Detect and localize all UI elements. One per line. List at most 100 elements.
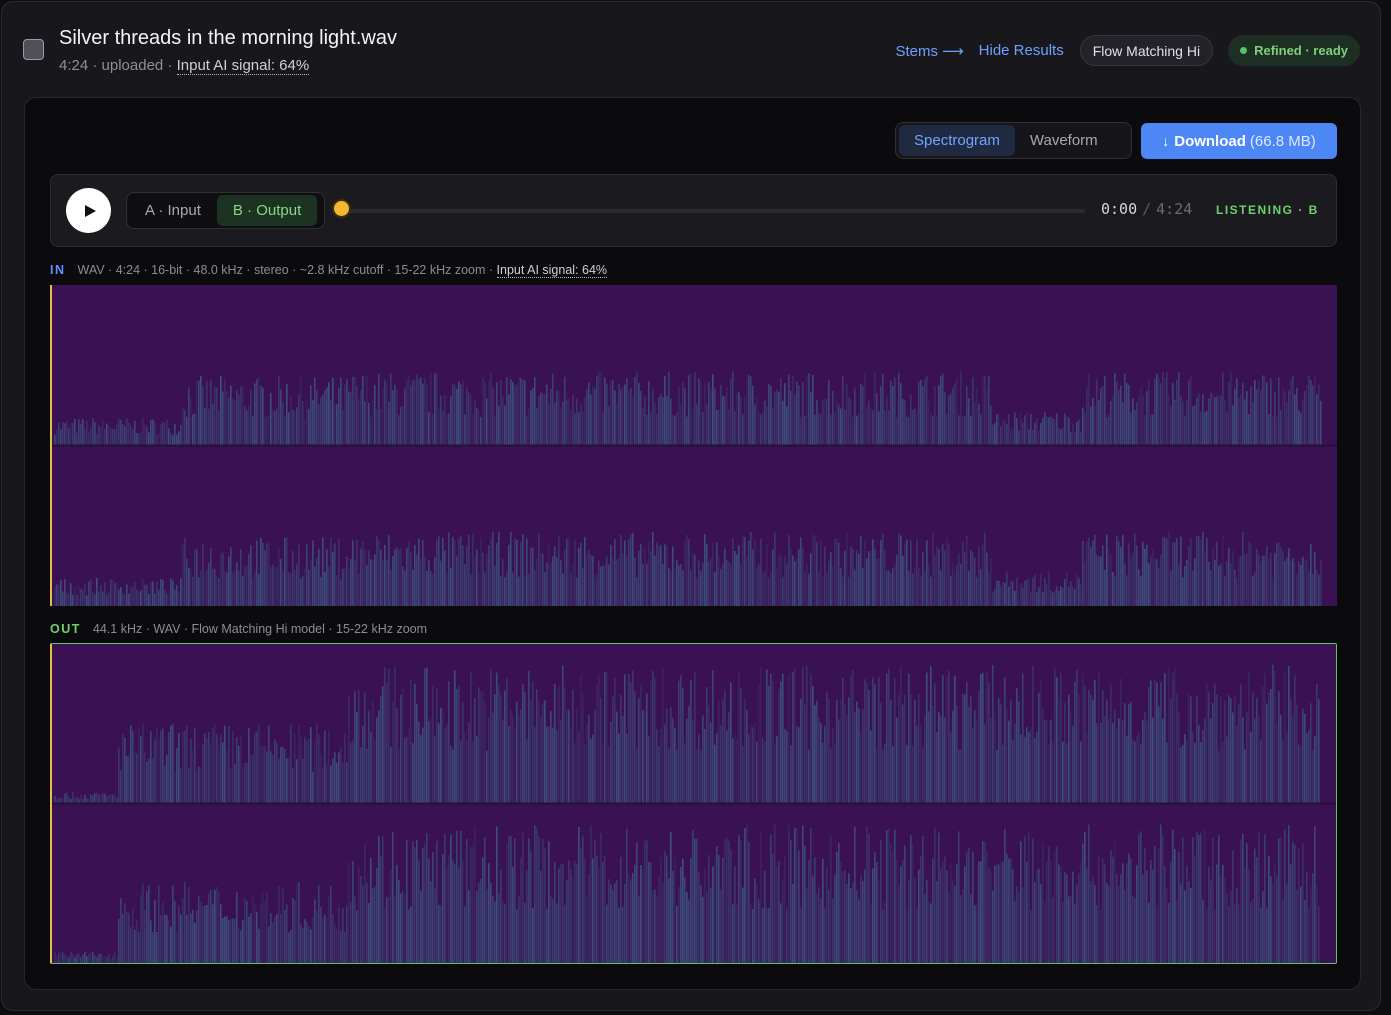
spectrogram-column — [1008, 858, 1010, 963]
spectrogram-column — [98, 794, 100, 804]
spectrogram-column — [1312, 749, 1314, 804]
spectrogram-column — [1076, 422, 1078, 446]
spectrogram-column — [226, 572, 228, 606]
spectrogram-column — [1086, 387, 1088, 446]
spectrogram-column — [434, 888, 436, 963]
spectrogram-column — [1280, 837, 1282, 963]
spectrogram-column — [420, 559, 422, 606]
spectrogram-column — [164, 765, 166, 804]
spectrogram-column — [778, 860, 780, 963]
spectrogram-column — [134, 581, 136, 606]
spectrogram-column — [670, 398, 672, 446]
spectrogram-column — [1272, 664, 1274, 804]
spectrogram-column — [172, 885, 174, 963]
input-ai-signal[interactable]: Input AI signal: 64% — [176, 57, 310, 75]
spectrogram-column — [238, 927, 240, 963]
hide-results-link[interactable]: Hide Results — [979, 42, 1064, 59]
spectrogram-column — [220, 734, 222, 804]
output-spectrogram[interactable] — [50, 643, 1337, 964]
spectrogram-column — [732, 738, 734, 804]
spectrogram-column — [964, 415, 966, 446]
spectrogram-column — [816, 700, 818, 804]
input-lane-ai-signal[interactable]: Input AI signal: 64% — [496, 263, 608, 278]
spectrogram-column — [1074, 431, 1076, 446]
spectrogram-column — [1146, 870, 1148, 963]
spectrogram-column — [1158, 848, 1160, 963]
spectrogram-column — [1054, 419, 1056, 446]
spectrogram-column — [384, 545, 386, 606]
spectrogram-column — [796, 558, 798, 606]
spectrogram-column — [574, 413, 576, 446]
spectrogram-column — [1062, 741, 1064, 804]
spectrogram-column — [952, 387, 954, 446]
spectrogram-column — [1234, 903, 1236, 963]
spectrogram-column — [1144, 415, 1146, 446]
input-spectrogram[interactable] — [50, 285, 1337, 606]
seek-bar[interactable] — [340, 209, 1085, 213]
spectrogram-column — [512, 866, 514, 963]
spectrogram-column — [230, 768, 232, 804]
spectrogram-column — [98, 592, 100, 606]
spectrogram-column — [992, 424, 994, 446]
spectrogram-column — [510, 532, 512, 606]
spectrogram-column — [404, 892, 406, 963]
spectrogram-column — [270, 751, 272, 804]
spectrogram-column — [1296, 704, 1298, 804]
spectrogram-column — [294, 900, 296, 963]
spectrogram-column — [496, 826, 498, 963]
spectrogram-column — [700, 571, 702, 606]
ab-input-button[interactable]: A · Input — [129, 195, 217, 226]
spectrogram-column — [422, 727, 424, 804]
spectrogram-column — [572, 877, 574, 963]
download-button[interactable]: ↓ Download (66.8 MB) — [1141, 123, 1337, 159]
spectrogram-column — [390, 746, 392, 804]
spectrogram-column — [1138, 396, 1140, 446]
tab-spectrogram[interactable]: Spectrogram — [899, 125, 1015, 156]
spectrogram-column — [978, 545, 980, 606]
spectrogram-column — [326, 917, 328, 963]
spectrogram-column — [70, 583, 72, 606]
ab-output-button[interactable]: B · Output — [216, 195, 318, 226]
spectrogram-column — [1092, 540, 1094, 606]
current-time: 0:00 — [1101, 200, 1138, 218]
spectrogram-column — [1214, 683, 1216, 804]
spectrogram-column — [910, 835, 912, 963]
spectrogram-column — [108, 425, 110, 446]
play-button[interactable] — [66, 188, 111, 233]
spectrogram-column — [576, 398, 578, 446]
spectrogram-column — [1298, 410, 1300, 446]
spectrogram-column — [834, 744, 836, 804]
spectrogram-column — [906, 539, 908, 606]
spectrogram-column — [1298, 847, 1300, 963]
spectrogram-column — [538, 836, 540, 963]
spectrogram-column — [680, 404, 682, 446]
spectrogram-column — [300, 375, 302, 446]
spectrogram-column — [530, 547, 532, 606]
spectrogram-column — [1024, 415, 1026, 446]
spectrogram-column — [758, 411, 760, 446]
spectrogram-column — [432, 685, 434, 804]
spectrogram-column — [730, 564, 732, 606]
spectrogram-column — [572, 395, 574, 446]
tab-waveform[interactable]: Waveform — [1015, 125, 1113, 156]
spectrogram-column — [1062, 901, 1064, 963]
spectrogram-column — [1102, 386, 1104, 446]
spectrogram-column — [974, 401, 976, 446]
spectrogram-column — [1194, 405, 1196, 446]
spectrogram-column — [548, 543, 550, 606]
spectrogram-column — [862, 880, 864, 963]
spectrogram-column — [366, 882, 368, 963]
spectrogram-column — [502, 900, 504, 963]
spectrogram-column — [570, 572, 572, 606]
spectrogram-column — [1072, 423, 1074, 446]
spectrogram-column — [350, 392, 352, 446]
spectrogram-column — [1250, 902, 1252, 963]
spectrogram-column — [1284, 829, 1286, 963]
spectrogram-column — [190, 738, 192, 804]
spectrogram-column — [72, 423, 74, 446]
track-select-checkbox[interactable] — [23, 39, 44, 60]
spectrogram-column — [856, 701, 858, 804]
stems-link[interactable]: Stems ⟶ — [895, 42, 963, 60]
seek-handle[interactable] — [332, 199, 351, 218]
spectrogram-column — [1304, 390, 1306, 446]
